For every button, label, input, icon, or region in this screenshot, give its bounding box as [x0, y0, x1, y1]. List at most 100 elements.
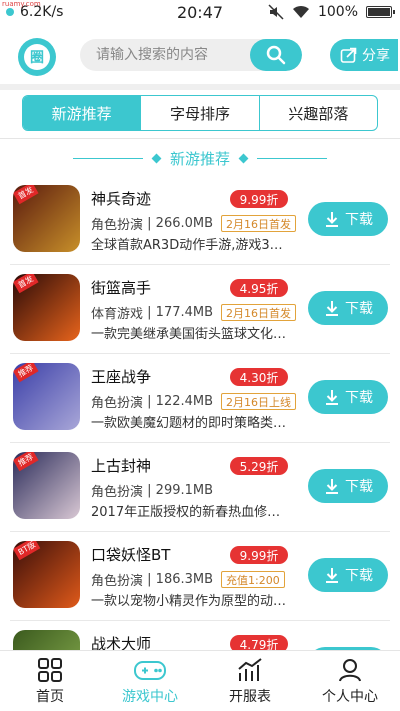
game-category: 体育游戏 — [91, 307, 144, 322]
battery-icon — [366, 6, 395, 18]
discount-badge: 9.99折 — [230, 546, 288, 564]
game-icon[interactable]: 首发 — [13, 185, 80, 252]
game-name: 上古封神 — [91, 457, 152, 475]
download-label: 下载 — [345, 568, 373, 584]
download-button[interactable]: 下载 — [308, 558, 388, 592]
meta-separator: | — [143, 572, 156, 587]
wifi-icon — [292, 5, 309, 18]
app-logo[interactable]: 圈 — [18, 38, 56, 76]
game-size: 299.1MB — [155, 483, 214, 498]
chart-icon — [238, 657, 262, 681]
game-meta: 角色扮演 | 122.4MB 2月16日上线 — [91, 392, 297, 411]
meta-separator: | — [143, 216, 156, 231]
header: 圈 分享 — [0, 28, 400, 84]
meta-separator: | — [143, 394, 156, 409]
game-category: 角色扮演 — [91, 485, 144, 500]
nav-home[interactable]: 首页 — [0, 651, 100, 711]
download-button[interactable]: 下载 — [308, 380, 388, 414]
tabs-divider — [0, 138, 400, 139]
download-button[interactable]: 下载 — [308, 469, 388, 503]
game-row[interactable]: 推荐 王座战争 4.30折 角色扮演 | 122.4MB 2月16日上线 一款欧美魔幻题材… — [0, 354, 400, 443]
download-label: 下载 — [345, 390, 373, 406]
download-label: 下载 — [345, 212, 373, 228]
game-meta: 角色扮演 | 266.0MB 2月16日首发 — [91, 214, 297, 233]
game-description: 一款以宠物小精灵作为原型的动… — [91, 594, 287, 609]
download-icon — [326, 390, 338, 405]
game-name: 口袋妖怪BT — [91, 546, 171, 564]
game-category: 角色扮演 — [91, 218, 144, 233]
nav-game-center[interactable]: 游戏中心 — [100, 651, 200, 711]
divider-line — [257, 157, 327, 159]
game-row[interactable]: 首发 神兵奇迹 9.99折角色扮演 | 266.0MB 2月16日首发全球首款AR3D… — [0, 176, 400, 265]
status-bar: ruamy.com 6.2K/s 20:47 100% — [0, 0, 400, 28]
bottom-nav: 首页 游戏中心 开服表 个人中心 — [0, 650, 400, 711]
game-category: 角色扮演 — [91, 574, 144, 589]
release-tag: 2月16日首发 — [221, 215, 297, 232]
game-description: 2017年正版授权的新春热血修… — [91, 505, 281, 520]
header-divider — [0, 84, 400, 90]
release-tag: 2月16日上线 — [221, 393, 297, 410]
game-badge: BT版 — [13, 541, 41, 561]
search-icon — [266, 45, 286, 65]
battery-percent: 100% — [317, 4, 358, 20]
discount-badge: 5.29折 — [230, 457, 288, 475]
share-icon — [340, 47, 357, 63]
nav-label: 个人中心 — [322, 688, 378, 705]
game-badge: 推荐 — [13, 452, 39, 472]
game-icon[interactable]: 推荐 — [13, 363, 80, 430]
section-title: 新游推荐 — [169, 149, 230, 168]
game-row[interactable]: 推荐 上古封神 5.29折 角色扮演 | 299.1MB 2017年正版授权的新春热血修… — [0, 443, 400, 532]
search-button[interactable] — [250, 39, 302, 71]
tab-new-games[interactable]: 新游推荐 — [23, 96, 142, 130]
game-badge: 首发 — [13, 185, 39, 205]
divider-line — [72, 157, 143, 159]
person-icon — [339, 658, 361, 681]
download-icon — [326, 479, 338, 494]
meta-separator: | — [143, 483, 156, 498]
game-badge: 推荐 — [13, 363, 39, 383]
search-input[interactable] — [80, 39, 256, 71]
nav-profile[interactable]: 个人中心 — [300, 651, 400, 711]
discount-badge: 4.95折 — [230, 279, 288, 297]
nav-label: 游戏中心 — [122, 688, 178, 705]
mute-icon — [268, 4, 284, 20]
grid-icon — [38, 657, 62, 682]
discount-badge: 4.30折 — [230, 368, 288, 386]
diamond-icon — [238, 153, 249, 163]
download-button[interactable]: 下载 — [308, 291, 388, 325]
search-bar — [80, 39, 302, 71]
download-label: 下载 — [345, 301, 373, 317]
game-meta: 角色扮演 | 186.3MB 充值1:200 — [91, 570, 285, 589]
category-tabs: 新游推荐 字母排序 兴趣部落 — [22, 95, 378, 131]
game-meta: 角色扮演 | 299.1MB — [91, 481, 213, 500]
game-size: 186.3MB — [155, 572, 214, 587]
game-description: 全球首款AR3D动作手游,游戏3… — [91, 238, 283, 253]
meta-separator: | — [143, 305, 156, 320]
game-row[interactable]: 首发 街篮高手 4.95折 体育游戏 | 177.4MB 2月16日首发 一款完美继承美国… — [0, 265, 400, 354]
game-icon[interactable]: 首发 — [13, 274, 80, 341]
gamepad-icon — [134, 660, 166, 680]
share-button[interactable]: 分享 — [330, 39, 398, 71]
discount-badge: 9.99折 — [230, 190, 288, 208]
download-icon — [326, 568, 338, 583]
download-label: 下载 — [345, 479, 373, 495]
game-size: 266.0MB — [155, 216, 214, 231]
share-label: 分享 — [362, 48, 390, 64]
nav-label: 首页 — [36, 688, 64, 705]
game-icon[interactable]: BT版 — [13, 541, 80, 608]
game-name: 王座战争 — [91, 368, 152, 386]
tab-alphabetical[interactable]: 字母排序 — [141, 96, 260, 130]
game-meta: 体育游戏 | 177.4MB 2月16日首发 — [91, 303, 297, 322]
game-description: 一款完美继承美国街头篮球文化… — [91, 327, 287, 342]
section-header: 新游推荐 — [0, 146, 400, 170]
game-size: 177.4MB — [155, 305, 214, 320]
download-button[interactable]: 下载 — [308, 202, 388, 236]
game-name: 神兵奇迹 — [91, 190, 152, 208]
game-size: 122.4MB — [155, 394, 214, 409]
nav-label: 开服表 — [229, 688, 271, 705]
nav-server-schedule[interactable]: 开服表 — [200, 651, 300, 711]
game-row[interactable]: BT版 口袋妖怪BT 9.99折角色扮演 | 186.3MB 充值1:200 一款以宠物… — [0, 532, 400, 621]
game-icon[interactable]: 推荐 — [13, 452, 80, 519]
game-badge: 首发 — [13, 274, 39, 294]
tab-interest-tribe[interactable]: 兴趣部落 — [260, 96, 377, 130]
